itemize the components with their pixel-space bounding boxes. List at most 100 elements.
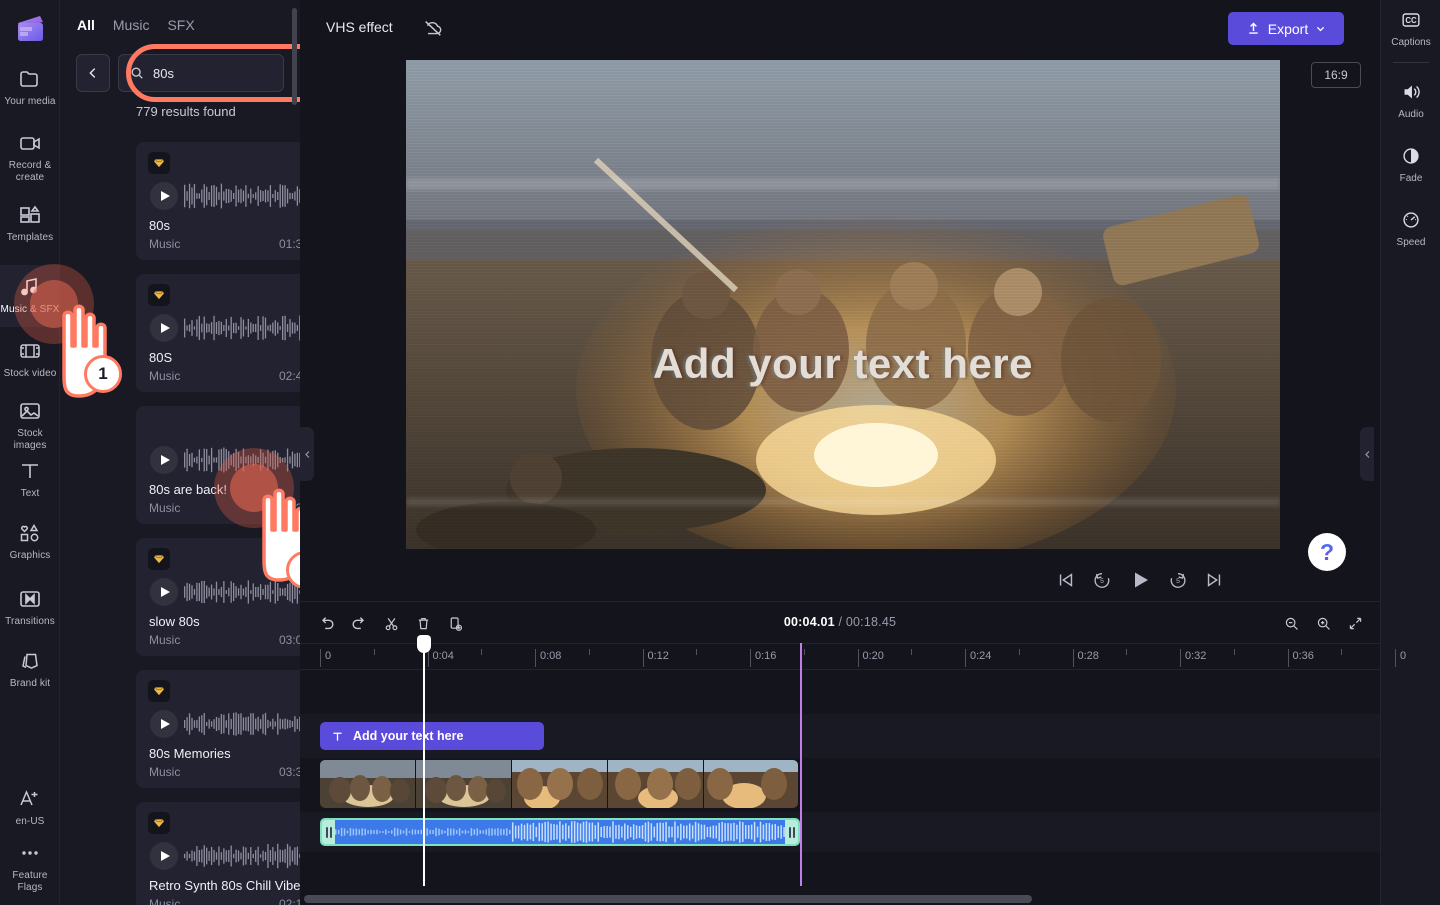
play-button[interactable]	[1124, 564, 1156, 596]
media-panel-scrollbar[interactable]	[292, 8, 297, 105]
media-result-card[interactable]: Retro Synth 80s Chill Vibe Music 02:12	[136, 802, 322, 905]
skip-to-end-button[interactable]	[1198, 564, 1230, 596]
play-preview-button[interactable]	[150, 578, 178, 606]
media-title: 80s	[149, 218, 170, 233]
timeline-scrollbar[interactable]	[304, 895, 1032, 903]
skip-to-start-button[interactable]	[1050, 564, 1082, 596]
tab-all[interactable]: All	[77, 17, 95, 33]
sidebar-item-stock-video[interactable]: Stock video	[0, 338, 60, 380]
rewind-5s-button[interactable]: 5	[1086, 564, 1118, 596]
search-input[interactable]: 80s	[118, 54, 284, 92]
media-title: Retro Synth 80s Chill Vibe	[149, 878, 301, 893]
sidebar-label: Text	[20, 488, 40, 499]
tab-speed[interactable]: Speed	[1381, 208, 1440, 248]
video-thumbnail	[704, 760, 798, 808]
tab-audio[interactable]: Audio	[1381, 80, 1440, 120]
sidebar-item-graphics[interactable]: Graphics	[0, 520, 60, 562]
aspect-ratio-button[interactable]: 16:9	[1311, 62, 1361, 88]
right-rail-label: Fade	[1399, 173, 1423, 184]
playhead-handle[interactable]	[417, 635, 431, 653]
svg-text:5: 5	[1100, 578, 1104, 585]
zoom-in-button[interactable]	[1310, 611, 1336, 635]
export-button[interactable]: Export	[1228, 12, 1344, 45]
sidebar-item-templates[interactable]: Templates	[0, 202, 60, 244]
sidebar-label: Graphics	[9, 550, 51, 561]
clipchamp-logo[interactable]	[14, 14, 47, 44]
skip-to-start-icon	[1059, 573, 1073, 587]
tab-fade[interactable]: Fade	[1381, 144, 1440, 184]
media-type: Music	[149, 765, 181, 779]
help-button[interactable]: ?	[1308, 533, 1346, 571]
sidebar-item-text[interactable]: Text	[0, 458, 60, 500]
sidebar-item-language[interactable]: en-US	[0, 786, 60, 828]
fit-to-screen-button[interactable]	[1342, 611, 1368, 635]
media-type: Music	[149, 237, 181, 251]
collapse-right-panel-handle[interactable]	[1360, 427, 1374, 481]
ruler-tick	[1072, 649, 1074, 667]
play-preview-button[interactable]	[150, 314, 178, 342]
chevron-down-icon	[1317, 26, 1325, 32]
media-result-card[interactable]: slow 80s Music 03:04	[136, 538, 322, 656]
timeline-text-clip[interactable]: Add your text here	[320, 722, 544, 750]
media-tabs: All Music SFX	[77, 17, 195, 33]
tab-music[interactable]: Music	[113, 17, 150, 33]
right-sidebar: CC Captions Audio Fade Speed	[1380, 0, 1440, 905]
video-camera-icon	[17, 130, 43, 156]
zoom-out-icon	[1285, 617, 1298, 630]
media-result-card[interactable]: 80s Memories Music 03:30	[136, 670, 322, 788]
timeline-audio-clip[interactable]	[320, 818, 800, 846]
play-preview-button[interactable]	[150, 710, 178, 738]
waveform-icon	[184, 447, 311, 473]
ruler-tick	[320, 649, 321, 667]
upload-icon	[1249, 22, 1258, 34]
ruler-tick	[642, 649, 644, 667]
ruler-label: 0	[325, 650, 332, 662]
back-button[interactable]	[76, 54, 110, 92]
svg-text:CC: CC	[1405, 16, 1417, 25]
timeline-ruler[interactable]: 0 0:04 0:08 0:12 0:16 0:20 0:24 0:28 0:32 0:36 0	[300, 643, 1406, 670]
right-rail-label: Captions	[1391, 37, 1431, 48]
ruler-tick	[750, 649, 751, 667]
sidebar-item-transitions[interactable]: Transitions	[0, 586, 60, 628]
vhs-scanline-band	[406, 178, 1280, 190]
video-preview[interactable]: Add your text here	[406, 60, 1280, 549]
tab-sfx[interactable]: SFX	[167, 17, 194, 33]
video-overlay-text[interactable]: Add your text here	[406, 340, 1280, 388]
timeline-tracks: Add your text here	[300, 670, 1380, 886]
audio-trim-handle-left[interactable]	[322, 820, 335, 844]
sidebar-item-brand-kit[interactable]: Brand kit	[0, 648, 60, 690]
project-title[interactable]: VHS effect	[326, 19, 393, 35]
play-preview-button[interactable]	[150, 842, 178, 870]
media-result-card[interactable]: 80S Music 02:41	[136, 274, 322, 392]
cloud-off-icon[interactable]	[422, 17, 444, 44]
sidebar-item-feature-flags[interactable]: Feature Flags	[0, 840, 60, 894]
sidebar-item-music-sfx[interactable]: Music & SFX	[0, 274, 60, 316]
zoom-out-button[interactable]	[1278, 611, 1304, 635]
ruler-tick	[1395, 649, 1396, 667]
media-result-card[interactable]: 80s Music 01:38	[136, 142, 322, 260]
waveform	[184, 314, 312, 342]
ruler-label: 0:28	[1077, 650, 1099, 662]
timeline-video-clip[interactable]	[320, 760, 798, 808]
waveform-icon	[184, 580, 311, 604]
forward-5s-button[interactable]: 5	[1162, 564, 1194, 596]
shapes-icon	[17, 520, 43, 546]
audio-trim-handle-right[interactable]	[785, 820, 798, 844]
tab-captions[interactable]: CC Captions	[1381, 8, 1440, 48]
sidebar-item-stock-images[interactable]: Stock images	[0, 398, 60, 452]
sidebar-item-record-create[interactable]: Record & create	[0, 130, 60, 184]
sidebar-item-your-media[interactable]: Your media	[0, 66, 60, 108]
text-clip-label: Add your text here	[353, 729, 464, 743]
playhead[interactable]	[417, 635, 431, 886]
play-preview-button[interactable]	[150, 446, 178, 474]
ruler-label: 0	[1400, 650, 1407, 662]
waveform-icon	[184, 711, 311, 737]
collapse-left-panel-handle[interactable]	[300, 427, 314, 481]
transitions-icon	[17, 586, 43, 612]
sidebar-label: Your media	[4, 96, 56, 107]
media-result-card[interactable]: 80s are back! Music 02:21	[136, 406, 322, 524]
sidebar-label: Record & create	[8, 160, 52, 183]
export-label: Export	[1267, 20, 1309, 37]
zoom-in-icon	[1317, 617, 1330, 630]
play-preview-button[interactable]	[150, 182, 178, 210]
